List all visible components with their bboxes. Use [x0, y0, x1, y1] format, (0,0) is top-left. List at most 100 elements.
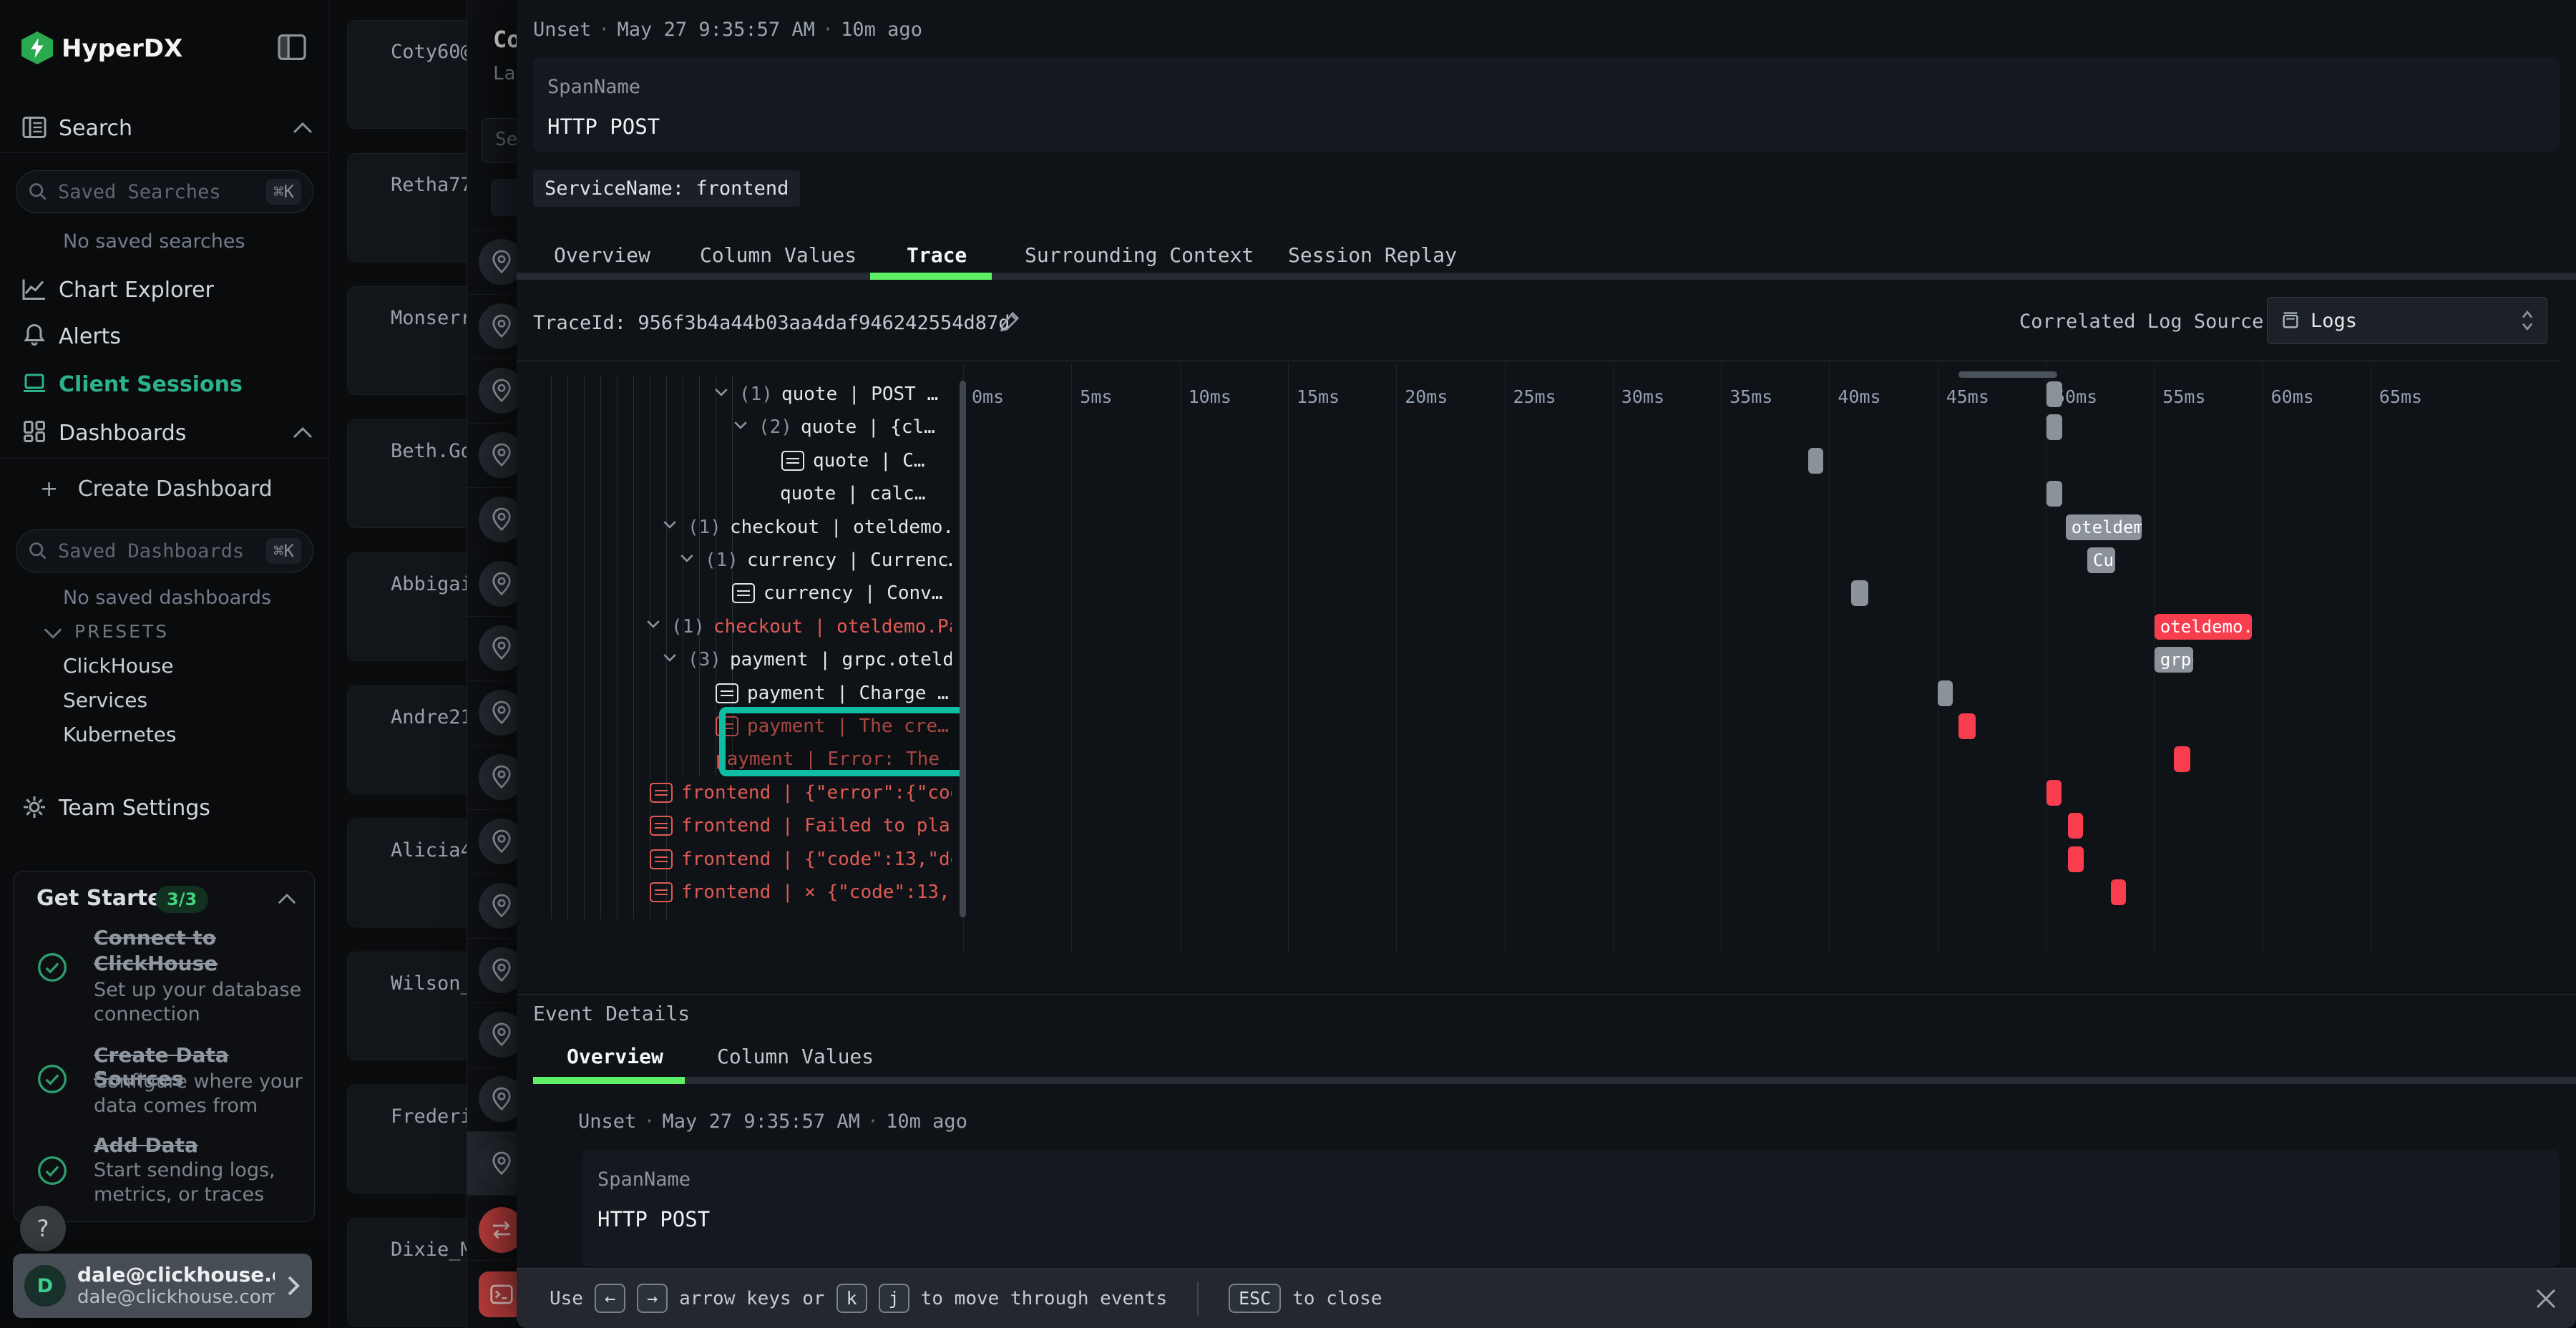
trace-tree-row[interactable]: quote | calc… [780, 479, 952, 508]
location-pin-icon[interactable] [479, 947, 517, 993]
trace-tree-row[interactable]: (1)currency | Currenc… [678, 546, 952, 575]
chevron-down-icon[interactable] [660, 648, 679, 672]
session-list-item[interactable]: Frederic [347, 1085, 467, 1193]
location-pin-icon[interactable] [479, 1076, 517, 1122]
trace-tree-row[interactable]: frontend | × {"code":13,"d… [650, 878, 952, 907]
session-list-item[interactable]: Coty60@g [347, 20, 467, 129]
chevron-down-icon[interactable] [712, 383, 731, 406]
gs-item-title[interactable]: Add Data [94, 1133, 198, 1157]
session-list-item[interactable]: Retha77@ [347, 153, 467, 262]
location-pin-icon[interactable] [479, 497, 517, 542]
trace-tree-row[interactable]: (2)quote | {cl… [731, 413, 952, 441]
span-duration-bar[interactable] [2046, 780, 2062, 806]
session-search-input[interactable]: Se [482, 118, 517, 162]
location-pin-icon[interactable] [479, 754, 517, 800]
span-duration-bar[interactable] [2046, 481, 2063, 507]
trace-tree-row[interactable]: (3)payment | grpc.oteld… [660, 645, 952, 674]
trace-tree-row[interactable]: (1)checkout | oteldemo.… [660, 513, 952, 542]
span-duration-bar[interactable]: oteldemo. [2155, 614, 2252, 640]
chevron-down-icon[interactable] [731, 416, 750, 439]
session-list-item[interactable]: Monserra [347, 286, 467, 395]
preset-item-clickhouse[interactable]: ClickHouse [63, 654, 173, 678]
trace-tree-row[interactable]: frontend | Failed to place… [650, 811, 952, 840]
tree-scrollbar-vertical[interactable] [960, 381, 966, 917]
span-duration-bar[interactable] [2174, 746, 2190, 772]
span-duration-bar[interactable] [2068, 846, 2084, 872]
gs-item-title[interactable]: Connect to [94, 926, 216, 949]
sidebar-item-client-sessions[interactable]: Client Sessions [59, 372, 243, 397]
location-pin-icon[interactable] [479, 561, 517, 607]
session-detail-button[interactable] [491, 179, 517, 216]
location-pin-icon[interactable] [479, 690, 517, 736]
location-pin-icon[interactable] [479, 303, 517, 349]
location-pin-icon[interactable] [479, 368, 517, 414]
trace-tree-row[interactable]: currency | Conv… [732, 579, 952, 607]
span-duration-bar[interactable] [2046, 414, 2063, 440]
session-list-item[interactable]: Abbigail [347, 552, 467, 661]
tab-column-values[interactable]: Column Values [700, 243, 857, 267]
tab-session-replay[interactable]: Session Replay [1288, 243, 1457, 267]
location-pin-icon[interactable] [479, 625, 517, 671]
location-pin-icon[interactable] [479, 883, 517, 929]
create-dashboard-button[interactable]: + Create Dashboard [40, 477, 273, 502]
user-menu[interactable]: D dale@clickhouse.com dale@clickhouse.co… [13, 1254, 312, 1318]
preset-item-services[interactable]: Services [63, 688, 147, 712]
trace-tree-row[interactable]: payment | Charge … [716, 679, 952, 708]
trace-tree-row[interactable]: quote | C… [781, 446, 952, 475]
sidebar-item-search[interactable]: Search [59, 116, 132, 141]
sidebar-item-chart-explorer[interactable]: Chart Explorer [59, 278, 214, 303]
close-icon[interactable] [2533, 1286, 2559, 1312]
collapse-sidebar-icon[interactable] [278, 34, 306, 60]
navigation-event-icon[interactable] [479, 1207, 517, 1253]
console-event-icon[interactable] [479, 1271, 517, 1317]
chevron-up-icon[interactable] [292, 426, 313, 439]
gs-item-title[interactable]: ClickHouse [94, 952, 218, 975]
span-duration-bar[interactable]: grpc [2155, 647, 2193, 673]
event-details-tab-overview[interactable]: Overview [567, 1045, 663, 1068]
trace-tree-row[interactable]: frontend | {"error":{"code… [650, 778, 952, 807]
tab-overview[interactable]: Overview [554, 243, 650, 267]
span-duration-bar[interactable] [1808, 448, 1823, 474]
span-duration-bar[interactable]: oteldemo. [2066, 514, 2142, 540]
span-duration-bar[interactable] [1938, 680, 1953, 706]
service-name-chip[interactable]: ServiceName: frontend [533, 170, 800, 207]
span-duration-bar[interactable]: Cu [2087, 547, 2115, 573]
sidebar-item-alerts[interactable]: Alerts [59, 324, 121, 349]
span-duration-bar[interactable] [2046, 381, 2063, 407]
location-pin-icon[interactable] [479, 432, 517, 478]
chevron-up-icon[interactable] [277, 893, 297, 905]
presets-section-label[interactable]: PRESETS [74, 621, 169, 642]
chevron-down-icon[interactable] [644, 615, 663, 638]
timeline-scrollbar-horizontal[interactable] [1958, 371, 2057, 378]
chevron-down-icon[interactable] [660, 515, 679, 539]
trace-tree-row[interactable]: (1)quote | POST … [712, 380, 952, 409]
span-duration-bar[interactable] [1851, 580, 1868, 606]
session-list-item[interactable]: Beth.Gol [347, 419, 467, 528]
trace-tree-row[interactable]: frontend | {"code":13,"det… [650, 845, 952, 874]
tab-trace[interactable]: Trace [907, 243, 967, 267]
saved-dashboards-input[interactable]: Saved Dashboards ⌘K [16, 529, 313, 572]
chevron-up-icon[interactable] [292, 122, 313, 135]
session-list-item[interactable]: Andre21@ [347, 685, 467, 794]
chevron-down-icon[interactable] [678, 549, 696, 572]
session-list-item[interactable]: Dixie_Mc [347, 1218, 467, 1327]
location-pin-icon[interactable] [479, 1012, 517, 1058]
preset-item-kubernetes[interactable]: Kubernetes [63, 723, 177, 746]
sidebar-item-dashboards[interactable]: Dashboards [59, 421, 186, 446]
edit-pencil-icon[interactable] [997, 309, 1022, 333]
location-pin-icon[interactable] [479, 819, 517, 864]
tab-surrounding-context[interactable]: Surrounding Context [1025, 243, 1254, 267]
session-list-item[interactable]: Wilson_H [347, 952, 467, 1060]
log-source-select[interactable]: Logs [2267, 297, 2547, 344]
span-duration-bar[interactable] [2111, 879, 2126, 905]
event-details-tab-column-values[interactable]: Column Values [717, 1045, 874, 1068]
chevron-down-icon[interactable] [43, 627, 63, 640]
help-button[interactable]: ? [20, 1206, 66, 1251]
trace-tree-row[interactable]: (1)checkout | oteldemo.Pa… [644, 612, 952, 641]
session-list-item[interactable]: Alicia42 [347, 819, 467, 927]
location-pin-icon[interactable] [479, 239, 517, 285]
span-duration-bar[interactable] [1958, 713, 1976, 739]
saved-searches-input[interactable]: Saved Searches ⌘K [16, 170, 313, 213]
span-duration-bar[interactable] [2068, 813, 2083, 839]
sidebar-item-team-settings[interactable]: Team Settings [59, 796, 210, 821]
